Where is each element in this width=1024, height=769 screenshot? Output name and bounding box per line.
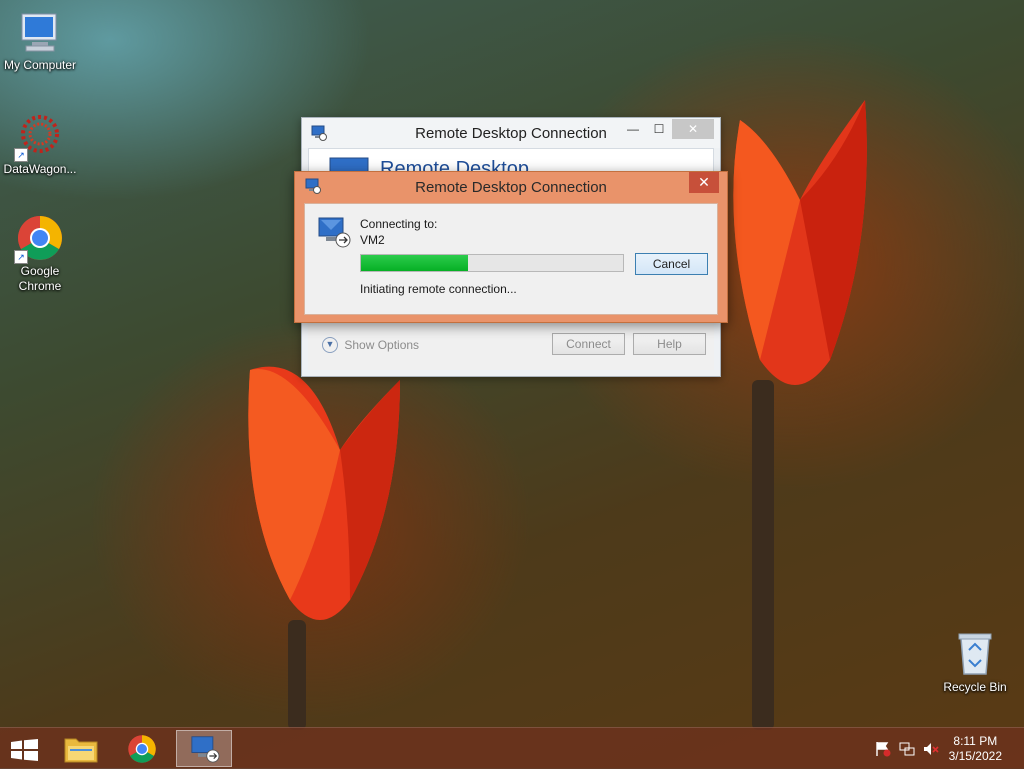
maximize-button[interactable]: ☐	[648, 119, 670, 139]
clock-date: 3/15/2022	[948, 749, 1002, 763]
progress-fill	[361, 255, 469, 271]
window-footer: ▼ Show Options Connect Help	[308, 319, 714, 370]
minimize-button[interactable]: —	[622, 119, 644, 139]
chevron-down-icon: ▼	[322, 337, 338, 353]
desktop-icon-datawagon[interactable]: ↗ DataWagon...	[0, 112, 80, 177]
dialog-title: Remote Desktop Connection	[415, 179, 607, 196]
tulip-right	[733, 100, 867, 385]
window-titlebar[interactable]: Remote Desktop Connection — ☐ ✕	[302, 118, 720, 148]
taskbar-remote-desktop[interactable]	[176, 730, 232, 767]
remote-desktop-icon	[191, 736, 220, 763]
remote-desktop-icon	[318, 217, 351, 248]
desktop-icon-google-chrome[interactable]: ↗ Google Chrome	[0, 214, 80, 294]
desktop-icon-label: DataWagon...	[3, 162, 77, 176]
help-button[interactable]: Help	[633, 333, 706, 355]
desktop-icon-my-computer[interactable]: My Computer	[0, 8, 80, 73]
taskbar: 8:11 PM 3/15/2022	[0, 727, 1024, 769]
volume-muted-icon[interactable]	[923, 741, 939, 757]
clock[interactable]: 8:11 PM 3/15/2022	[949, 734, 1002, 764]
close-button[interactable]: ✕	[672, 119, 714, 139]
status-text: Initiating remote connection...	[360, 282, 517, 296]
chrome-icon	[128, 735, 156, 763]
desktop-icon-label: My Computer	[3, 58, 77, 72]
connecting-to-label: Connecting to:	[360, 217, 438, 231]
progress-bar	[360, 254, 624, 272]
desktop-icon-recycle-bin[interactable]: Recycle Bin	[935, 630, 1015, 695]
computer-icon	[21, 13, 57, 52]
desktop-icon-label: Recycle Bin	[943, 680, 1007, 694]
recycle-bin-icon	[958, 633, 992, 675]
shortcut-arrow-icon: ↗	[14, 148, 28, 162]
cancel-button[interactable]: Cancel	[635, 253, 708, 275]
taskbar-file-explorer[interactable]	[54, 730, 110, 767]
show-options-label: Show Options	[344, 338, 420, 352]
shortcut-arrow-icon: ↗	[14, 250, 28, 264]
desktop-icon-label: Google Chrome	[18, 264, 62, 293]
network-icon[interactable]	[899, 741, 915, 757]
start-button[interactable]	[0, 730, 56, 767]
action-center-flag-icon[interactable]	[875, 741, 891, 757]
taskbar-chrome[interactable]	[115, 730, 171, 767]
tulip-left	[248, 366, 400, 620]
file-explorer-icon	[64, 738, 98, 763]
connect-button[interactable]: Connect	[552, 333, 625, 355]
computer-name: VM2	[360, 233, 385, 247]
connecting-dialog: Remote Desktop Connection ✕ Connecting t…	[294, 171, 728, 323]
clock-time: 8:11 PM	[953, 734, 998, 748]
show-options-toggle[interactable]: ▼ Show Options	[322, 337, 419, 353]
windows-start-icon	[11, 739, 38, 761]
dialog-body: Connecting to: VM2 Cancel Initiating rem…	[304, 203, 718, 315]
dialog-close-button[interactable]: ✕	[689, 172, 719, 193]
